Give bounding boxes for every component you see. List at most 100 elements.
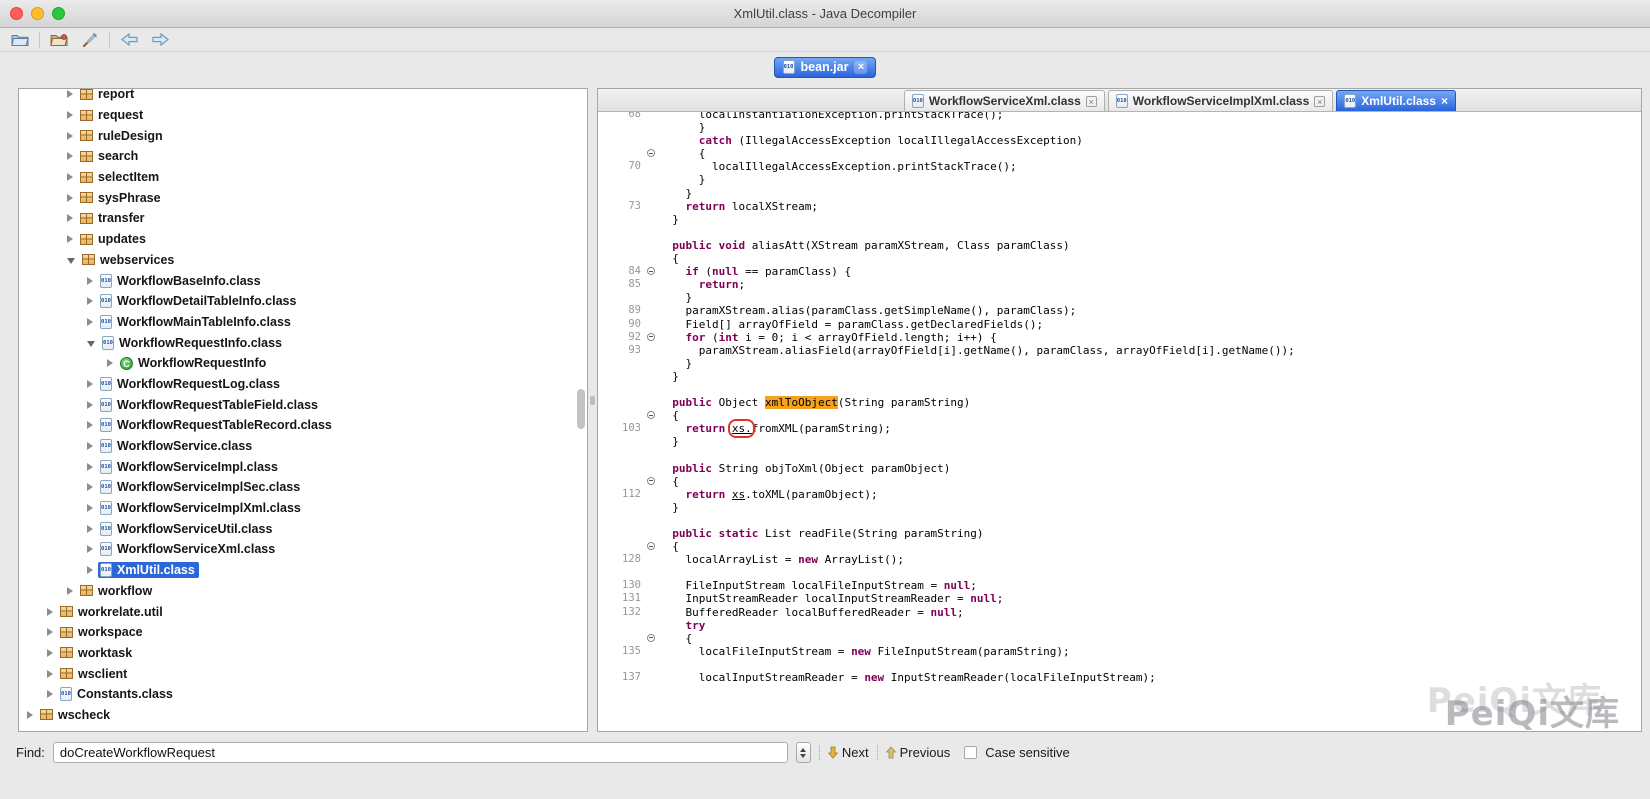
jar-tab-bean[interactable]: 010 bean.jar × <box>774 57 877 78</box>
tree-item-wsclient[interactable]: wsclient <box>19 663 587 684</box>
stepper-up-icon[interactable] <box>800 748 806 752</box>
tree-item-report[interactable]: report <box>19 88 587 105</box>
panel-splitter[interactable] <box>588 88 597 732</box>
tree-item-workspace[interactable]: workspace <box>19 622 587 643</box>
chevron-right-icon[interactable] <box>87 545 93 553</box>
chevron-right-icon[interactable] <box>67 132 73 140</box>
fold-collapse-icon[interactable] <box>647 333 655 341</box>
chevron-right-icon[interactable] <box>87 525 93 533</box>
chevron-right-icon[interactable] <box>87 277 93 285</box>
chevron-right-icon[interactable] <box>47 690 53 698</box>
back-button[interactable] <box>117 30 141 50</box>
tree-scrollbar[interactable] <box>576 89 586 731</box>
tree-item-WorkflowServiceXml.class[interactable]: 010WorkflowServiceXml.class <box>19 539 587 560</box>
tree-item-WorkflowRequestTableField.class[interactable]: 010WorkflowRequestTableField.class <box>19 394 587 415</box>
tree-item-WorkflowDetailTableInfo.class[interactable]: 010WorkflowDetailTableInfo.class <box>19 291 587 312</box>
editor-tab-WorkflowServiceImplXml.class[interactable]: 010WorkflowServiceImplXml.class× <box>1108 90 1334 111</box>
chevron-right-icon[interactable] <box>87 401 93 409</box>
save-all-sources-button[interactable] <box>47 30 71 50</box>
close-window-button[interactable] <box>10 7 23 20</box>
chevron-right-icon[interactable] <box>87 421 93 429</box>
chevron-right-icon[interactable] <box>67 587 73 595</box>
zoom-window-button[interactable] <box>52 7 65 20</box>
chevron-right-icon[interactable] <box>47 608 53 616</box>
tree-item-transfer[interactable]: transfer <box>19 208 587 229</box>
chevron-right-icon[interactable] <box>87 318 93 326</box>
chevron-right-icon[interactable] <box>47 670 53 678</box>
chevron-right-icon[interactable] <box>87 442 93 450</box>
case-sensitive-checkbox[interactable] <box>964 746 977 759</box>
fold-collapse-icon[interactable] <box>647 634 655 642</box>
chevron-down-icon[interactable] <box>87 341 95 347</box>
forward-button[interactable] <box>148 30 172 50</box>
find-input[interactable] <box>53 742 788 763</box>
tree-item-WorkflowRequestInfo.class[interactable]: 010WorkflowRequestInfo.class <box>19 332 587 353</box>
chevron-right-icon[interactable] <box>87 566 93 574</box>
classfile-icon: 010 <box>100 522 112 536</box>
close-icon[interactable]: × <box>1441 95 1448 107</box>
tree-scrollbar-handle[interactable] <box>577 389 585 429</box>
chevron-right-icon[interactable] <box>67 214 73 222</box>
tree-item-WorkflowService.class[interactable]: 010WorkflowService.class <box>19 436 587 457</box>
tree-item-worktask[interactable]: worktask <box>19 643 587 664</box>
tree-item-wscheck[interactable]: wscheck <box>19 705 587 726</box>
tree-item-ruleDesign[interactable]: ruleDesign <box>19 125 587 146</box>
fold-collapse-icon[interactable] <box>647 411 655 419</box>
tree-item-WorkflowServiceImplSec.class[interactable]: 010WorkflowServiceImplSec.class <box>19 477 587 498</box>
code-token: } <box>659 357 692 370</box>
find-next-button[interactable]: Next <box>828 745 869 760</box>
tree-item-WorkflowRequestInfo[interactable]: CWorkflowRequestInfo <box>19 353 587 374</box>
fold-collapse-icon[interactable] <box>647 267 655 275</box>
editor-tab-XmlUtil.class[interactable]: 010XmlUtil.class× <box>1336 90 1456 111</box>
chevron-right-icon[interactable] <box>67 235 73 243</box>
close-icon[interactable]: × <box>1314 96 1325 107</box>
chevron-right-icon[interactable] <box>67 173 73 181</box>
fold-collapse-icon[interactable] <box>647 477 655 485</box>
close-icon[interactable]: × <box>1086 96 1097 107</box>
close-icon[interactable]: × <box>854 61 867 74</box>
tree-item-workrelate.util[interactable]: workrelate.util <box>19 601 587 622</box>
code-text: } <box>659 370 679 383</box>
chevron-right-icon[interactable] <box>107 359 113 367</box>
chevron-right-icon[interactable] <box>67 90 73 98</box>
tree-item-request[interactable]: request <box>19 105 587 126</box>
chevron-right-icon[interactable] <box>27 711 33 719</box>
chevron-right-icon[interactable] <box>87 483 93 491</box>
tree-item-WorkflowRequestLog.class[interactable]: 010WorkflowRequestLog.class <box>19 374 587 395</box>
tree-item-XmlUtil.class[interactable]: 010XmlUtil.class <box>19 560 587 581</box>
tree-item-Constants.class[interactable]: 010Constants.class <box>19 684 587 705</box>
tree-item-WorkflowMainTableInfo.class[interactable]: 010WorkflowMainTableInfo.class <box>19 312 587 333</box>
open-file-button[interactable] <box>8 30 32 50</box>
tree-item-webservices[interactable]: webservices <box>19 250 587 271</box>
tree-item-WorkflowServiceImpl.class[interactable]: 010WorkflowServiceImpl.class <box>19 456 587 477</box>
chevron-right-icon[interactable] <box>47 649 53 657</box>
code-token <box>659 527 672 540</box>
chevron-right-icon[interactable] <box>47 628 53 636</box>
minimize-window-button[interactable] <box>31 7 44 20</box>
chevron-down-icon[interactable] <box>67 258 75 264</box>
chevron-right-icon[interactable] <box>87 380 93 388</box>
tree-item-WorkflowRequestTableRecord.class[interactable]: 010WorkflowRequestTableRecord.class <box>19 415 587 436</box>
editor-tab-WorkflowServiceXml.class[interactable]: 010WorkflowServiceXml.class× <box>904 90 1105 111</box>
tree-item-updates[interactable]: updates <box>19 229 587 250</box>
chevron-right-icon[interactable] <box>87 297 93 305</box>
find-history-stepper[interactable] <box>796 742 811 763</box>
tree-item-search[interactable]: search <box>19 146 587 167</box>
tree-item-WorkflowServiceImplXml.class[interactable]: 010WorkflowServiceImplXml.class <box>19 498 587 519</box>
stepper-down-icon[interactable] <box>800 754 806 758</box>
find-previous-button[interactable]: Previous <box>886 745 951 760</box>
tree-item-WorkflowBaseInfo.class[interactable]: 010WorkflowBaseInfo.class <box>19 270 587 291</box>
fold-collapse-icon[interactable] <box>647 542 655 550</box>
tree-item-sysPhrase[interactable]: sysPhrase <box>19 187 587 208</box>
search-button[interactable] <box>78 30 102 50</box>
fold-collapse-icon[interactable] <box>647 149 655 157</box>
jar-tab-strip: 010 bean.jar × <box>0 52 1650 82</box>
chevron-right-icon[interactable] <box>87 504 93 512</box>
tree-item-WorkflowServiceUtil.class[interactable]: 010WorkflowServiceUtil.class <box>19 518 587 539</box>
chevron-right-icon[interactable] <box>87 463 93 471</box>
tree-item-selectItem[interactable]: selectItem <box>19 167 587 188</box>
chevron-right-icon[interactable] <box>67 152 73 160</box>
chevron-right-icon[interactable] <box>67 111 73 119</box>
chevron-right-icon[interactable] <box>67 194 73 202</box>
tree-item-workflow[interactable]: workflow <box>19 581 587 602</box>
